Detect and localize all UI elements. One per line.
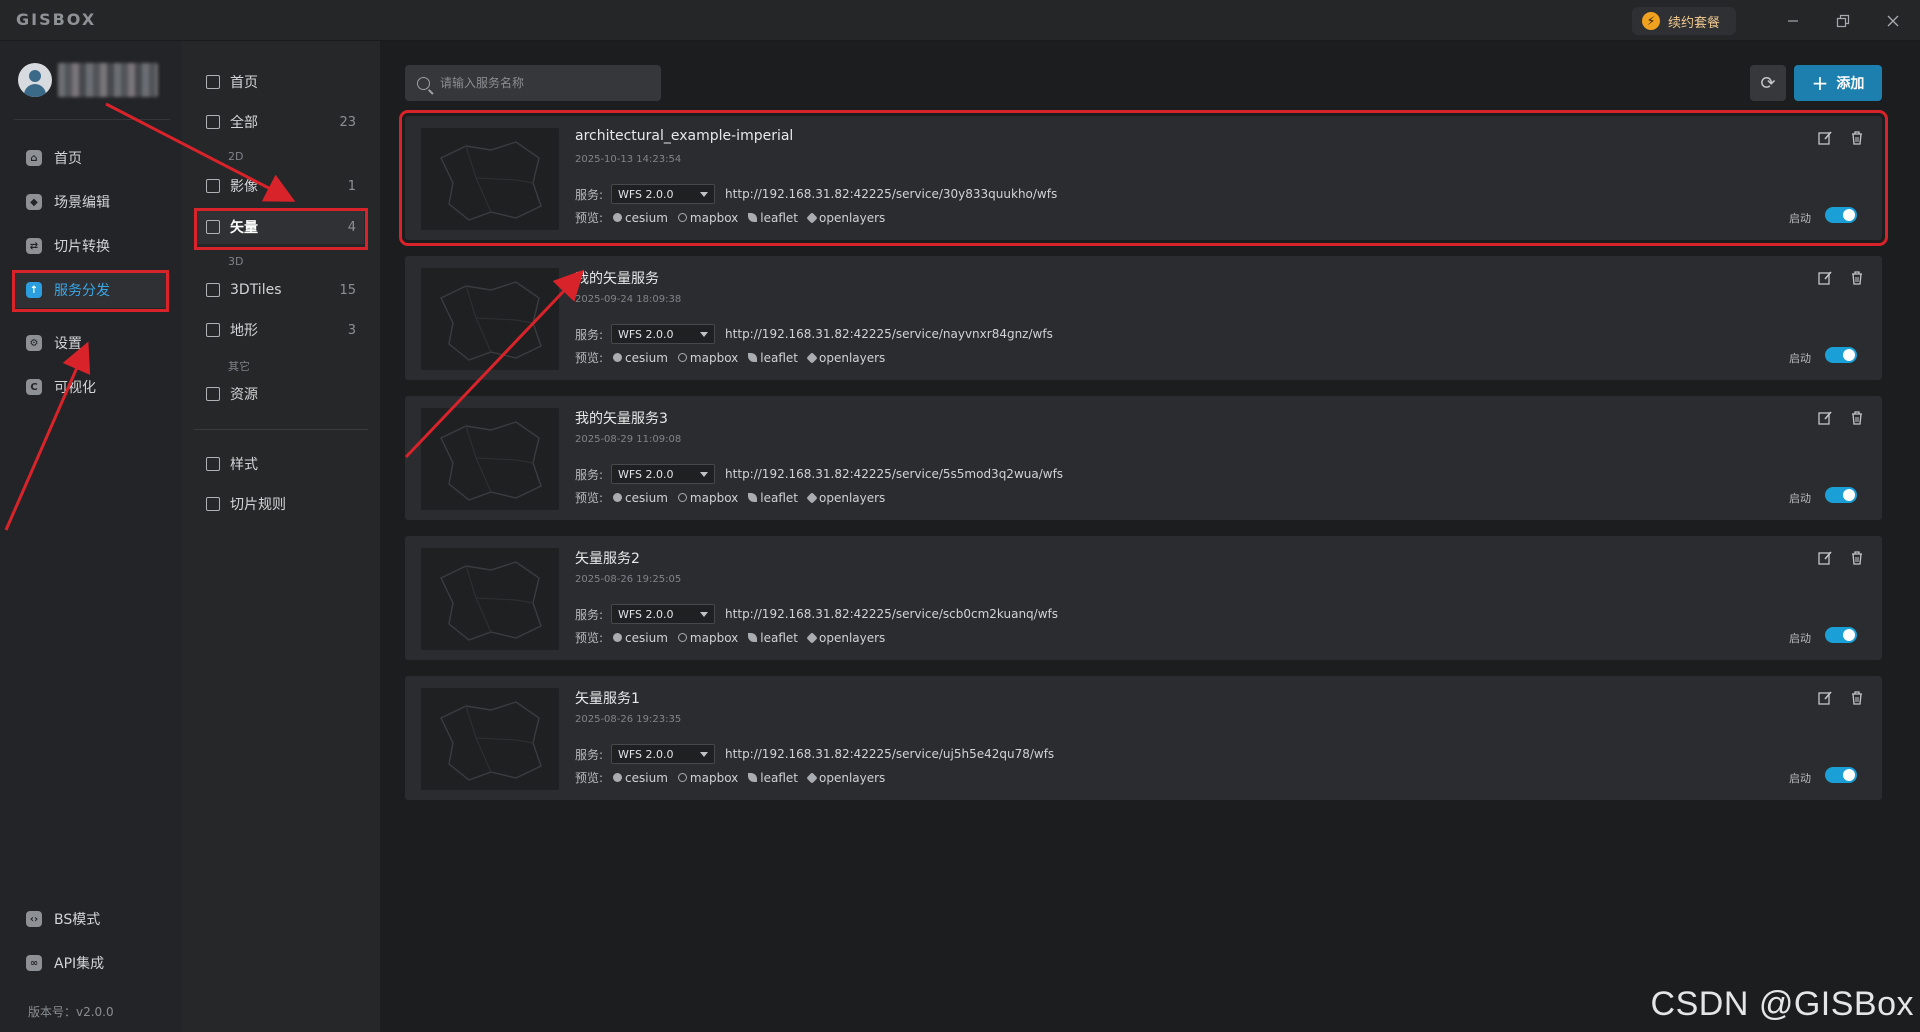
annotation-arrows [4,102,585,531]
watermark: CSDN @GISBox [1650,985,1914,1023]
